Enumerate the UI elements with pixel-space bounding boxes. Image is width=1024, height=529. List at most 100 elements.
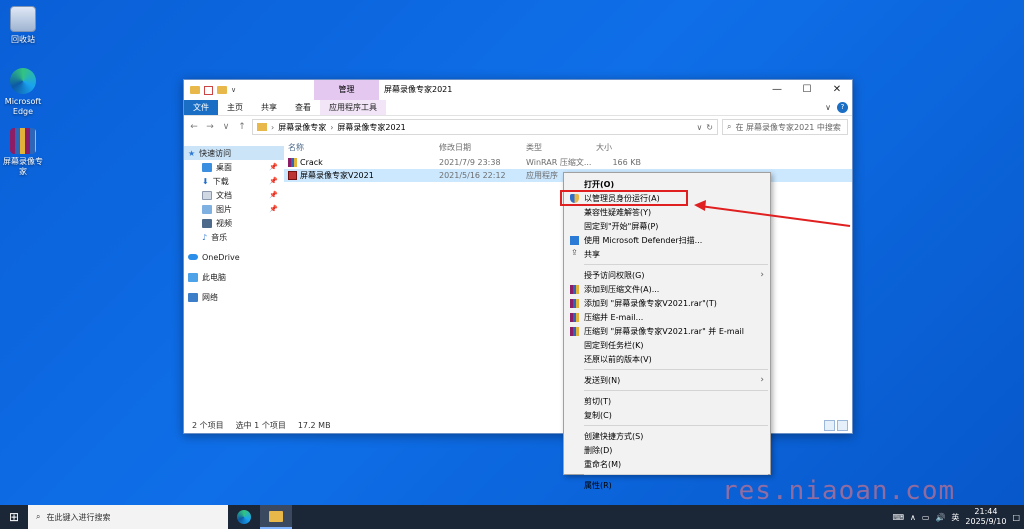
keyboard-icon[interactable]: ⌨: [892, 513, 904, 522]
address-bar[interactable]: › 屏幕录像专家 › 屏幕录像专家2021 ∨ ↻: [252, 119, 718, 135]
tab-file[interactable]: 文件: [184, 100, 218, 115]
menu-separator: [584, 264, 768, 265]
pin-icon: 📌: [269, 191, 278, 199]
desktop-icon-label: 回收站: [11, 35, 35, 44]
video-icon: [202, 218, 212, 228]
menu-item-rename[interactable]: 重命名(M): [564, 457, 770, 471]
menu-item-pin-taskbar[interactable]: 固定到任务栏(K): [564, 338, 770, 352]
column-type[interactable]: 类型: [526, 140, 596, 156]
menu-item-copy[interactable]: 复制(C): [564, 408, 770, 422]
folder-icon[interactable]: [190, 86, 200, 94]
menu-item-compress-email[interactable]: 压缩并 E-mail...: [564, 310, 770, 324]
nav-label: 视频: [216, 218, 232, 228]
maximize-button[interactable]: ☐: [792, 80, 822, 100]
close-button[interactable]: ✕: [822, 80, 852, 100]
column-size[interactable]: 大小: [596, 140, 641, 156]
notification-icon[interactable]: □: [1012, 513, 1020, 522]
status-item-count: 2 个项目: [192, 420, 224, 430]
desktop-icon-screen-recorder[interactable]: 屏幕录像专家: [0, 128, 46, 177]
large-icons-view-icon[interactable]: [837, 420, 848, 431]
tab-share[interactable]: 共享: [252, 100, 286, 115]
table-row[interactable]: Crack 2021/7/9 23:38 WinRAR 压缩文... 166 K…: [284, 156, 852, 169]
nav-label: 下载: [212, 176, 229, 186]
clock[interactable]: 21:44 2025/9/10: [965, 507, 1006, 527]
annotation-highlight-box: [560, 190, 688, 206]
nav-quick-access[interactable]: ★ 快速访问: [184, 146, 284, 160]
menu-item-add-to-rar[interactable]: 添加到 "屏幕录像专家V2021.rar"(T): [564, 296, 770, 310]
nav-label: 音乐: [211, 232, 228, 242]
menu-item-create-shortcut[interactable]: 创建快捷方式(S): [564, 429, 770, 443]
nav-network[interactable]: 网络: [184, 290, 284, 304]
nav-item-desktop[interactable]: 桌面 📌: [184, 160, 284, 174]
nav-onedrive[interactable]: OneDrive: [184, 250, 284, 264]
menu-item-give-access[interactable]: 授予访问权限(G) ›: [564, 268, 770, 282]
ribbon-expand-icon[interactable]: ∨: [825, 100, 831, 116]
clock-time: 21:44: [974, 507, 998, 516]
column-name[interactable]: 名称: [284, 140, 439, 156]
menu-item-delete[interactable]: 删除(D): [564, 443, 770, 457]
input-language[interactable]: 英: [951, 512, 959, 523]
winrar-icon: [10, 128, 36, 154]
back-button[interactable]: ←: [188, 122, 200, 132]
search-box[interactable]: ⌕ 在 屏幕录像专家2021 中搜索: [722, 119, 848, 135]
winrar-icon: [570, 313, 579, 322]
nav-item-music[interactable]: ♪ 音乐: [184, 230, 284, 244]
network-icon[interactable]: ▭: [922, 513, 930, 522]
menu-item-restore-versions[interactable]: 还原以前的版本(V): [564, 352, 770, 366]
menu-item-compress-rar-email[interactable]: 压缩到 "屏幕录像专家V2021.rar" 并 E-mail: [564, 324, 770, 338]
desktop-icon-edge[interactable]: Microsoft Edge: [0, 68, 46, 117]
search-icon: ⌕: [36, 512, 41, 521]
nav-this-pc[interactable]: 此电脑: [184, 270, 284, 284]
refresh-icon[interactable]: ↻: [706, 123, 713, 132]
column-date[interactable]: 修改日期: [439, 140, 526, 156]
menu-item-defender-scan[interactable]: 使用 Microsoft Defender扫描...: [564, 233, 770, 247]
taskbar-search[interactable]: ⌕ 在此键入进行搜索: [28, 505, 228, 529]
menu-item-share[interactable]: ⇪ 共享: [564, 247, 770, 261]
chevron-right-icon: ›: [760, 270, 764, 280]
title-bar[interactable]: ∨ 管理 屏幕录像专家2021 — ☐ ✕: [184, 80, 852, 100]
nav-label: OneDrive: [202, 252, 240, 262]
menu-separator: [584, 390, 768, 391]
file-type: WinRAR 压缩文...: [526, 158, 592, 167]
help-icon[interactable]: ?: [837, 102, 848, 113]
recent-locations-button[interactable]: ∨: [220, 122, 232, 132]
tab-home[interactable]: 主页: [218, 100, 252, 115]
picture-icon: [202, 204, 212, 214]
breadcrumb-item[interactable]: 屏幕录像专家: [278, 122, 326, 133]
up-button[interactable]: ↑: [236, 122, 248, 132]
breadcrumb-item[interactable]: 屏幕录像专家2021: [337, 122, 405, 133]
tray-chevron-icon[interactable]: ∧: [910, 513, 916, 522]
desktop-icon-recycle-bin[interactable]: 回收站: [0, 6, 46, 45]
file-name: 屏幕录像专家V2021: [300, 171, 374, 180]
window-title: 屏幕录像专家2021: [384, 85, 453, 94]
taskbar-search-input[interactable]: 在此键入进行搜索: [46, 512, 110, 523]
menu-item-cut[interactable]: 剪切(T): [564, 394, 770, 408]
nav-item-documents[interactable]: 文档 📌: [184, 188, 284, 202]
customize-dropdown-icon[interactable]: ∨: [231, 86, 236, 94]
taskbar-app-explorer[interactable]: [260, 505, 292, 529]
nav-item-videos[interactable]: 视频: [184, 216, 284, 230]
desktop-icon: [202, 162, 212, 172]
new-folder-icon[interactable]: [217, 86, 227, 94]
search-input[interactable]: 在 屏幕录像专家2021 中搜索: [735, 122, 840, 133]
nav-item-downloads[interactable]: ⬇ 下载 📌: [184, 174, 284, 188]
menu-item-send-to[interactable]: 发送到(N) ›: [564, 373, 770, 387]
taskbar-app-edge[interactable]: [228, 505, 260, 529]
star-icon: ★: [188, 148, 196, 158]
tab-manage[interactable]: 管理: [314, 80, 379, 100]
winrar-icon: [288, 158, 297, 167]
menu-item-open[interactable]: 打开(O): [564, 177, 770, 191]
properties-icon[interactable]: [204, 85, 213, 95]
forward-button[interactable]: →: [204, 122, 216, 132]
details-view-icon[interactable]: [824, 420, 835, 431]
nav-item-pictures[interactable]: 图片 📌: [184, 202, 284, 216]
tab-view[interactable]: 查看: [286, 100, 320, 115]
winrar-icon: [570, 327, 579, 336]
menu-item-add-archive[interactable]: 添加到压缩文件(A)...: [564, 282, 770, 296]
volume-icon[interactable]: 🔊: [935, 513, 945, 522]
status-selected: 选中 1 个项目: [235, 420, 286, 430]
address-dropdown-icon[interactable]: ∨: [696, 123, 702, 132]
minimize-button[interactable]: —: [762, 80, 792, 100]
start-button[interactable]: ⊞: [0, 505, 28, 529]
tab-application-tools[interactable]: 应用程序工具: [320, 100, 386, 115]
